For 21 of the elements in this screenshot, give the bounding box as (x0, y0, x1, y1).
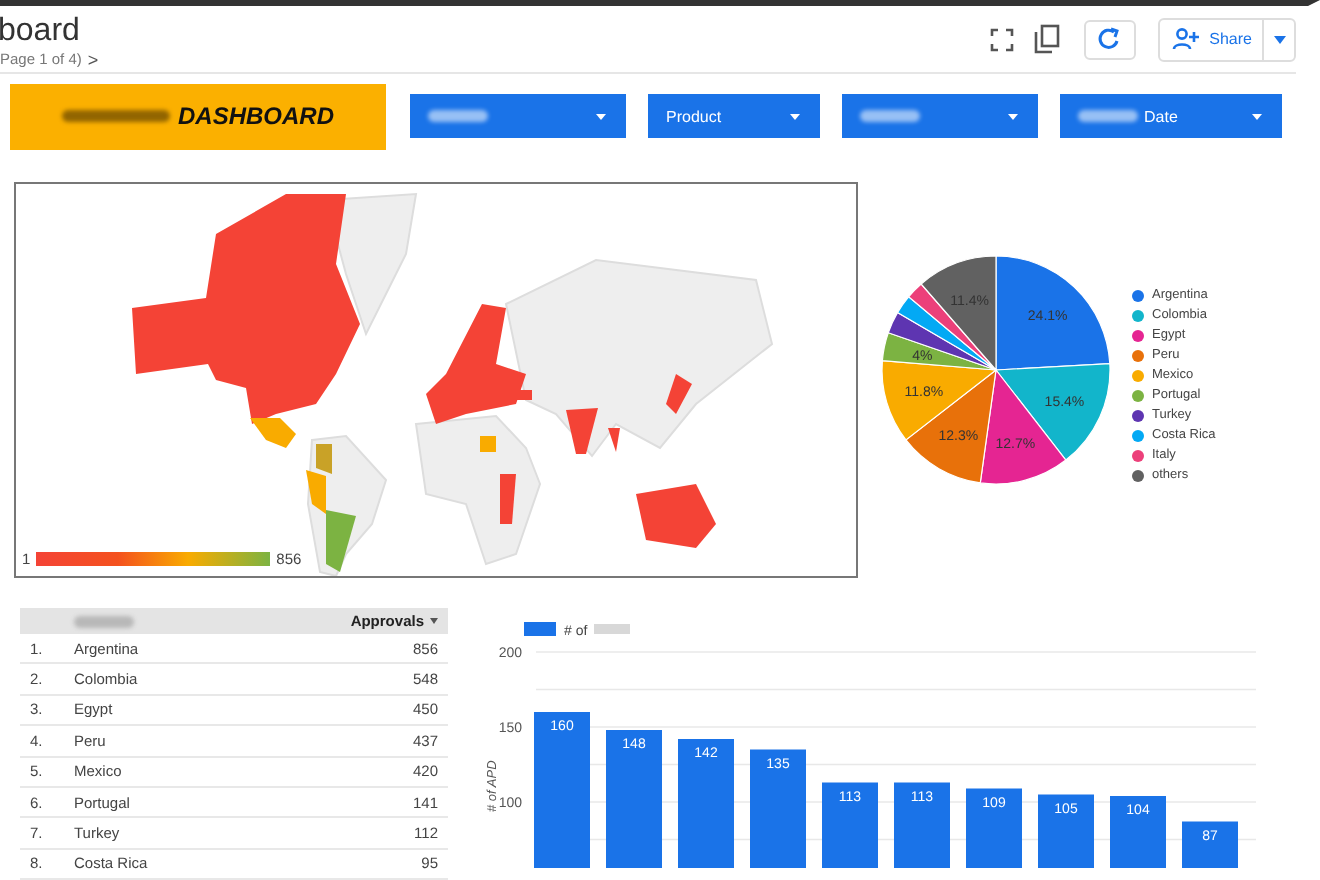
redacted-text (860, 110, 920, 122)
copy-icon[interactable] (1033, 24, 1060, 54)
redacted-text (428, 110, 488, 122)
share-button[interactable]: Share (1157, 17, 1296, 61)
refresh-icon (1096, 26, 1123, 52)
fullscreen-icon[interactable] (989, 27, 1014, 51)
filter-label: Date (1144, 107, 1178, 125)
caret-icon (596, 113, 606, 119)
caret-icon (1008, 113, 1018, 119)
caret-icon (1274, 35, 1286, 43)
sort-caret-icon[interactable] (430, 618, 438, 624)
next-page-button[interactable]: > (87, 49, 99, 69)
filter-dropdown[interactable]: Date (1060, 94, 1282, 138)
add-person-icon (1171, 28, 1200, 50)
filter-label: Product (666, 107, 722, 125)
caret-icon (1252, 113, 1262, 119)
report-title: board (0, 13, 82, 49)
refresh-button[interactable] (1083, 19, 1136, 59)
banner-title: DASHBOARD (178, 102, 334, 130)
filter-dropdown[interactable]: Product (648, 94, 820, 138)
caret-icon (790, 113, 800, 119)
